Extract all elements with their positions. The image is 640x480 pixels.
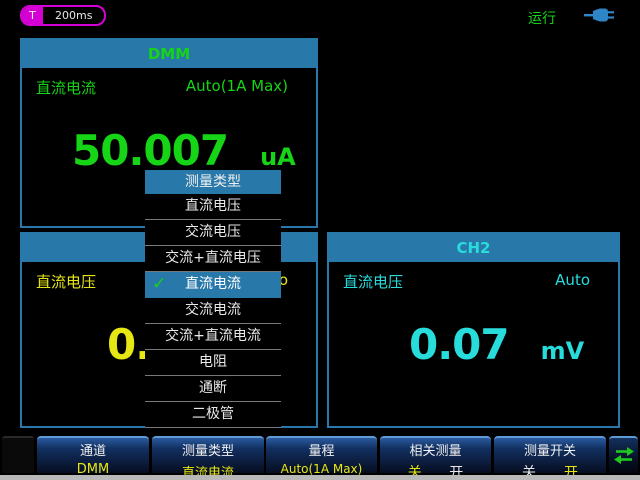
oscilloscope-dmm-screen: T 200ms 运行 DMM 直流电流 Auto(1A Max) 50.007 … <box>0 0 640 480</box>
softkey-label: 量程 <box>266 440 377 459</box>
menu-item-resistance[interactable]: 电阻 <box>145 350 281 376</box>
softkey-range[interactable]: 量程 Auto(1A Max) <box>266 436 377 473</box>
menu-item-ac-dc-current[interactable]: 交流+直流电流 <box>145 324 281 350</box>
softkey-value: Auto(1A Max) <box>266 462 377 476</box>
menu-item-dc-voltage[interactable]: 直流电压 <box>145 194 281 220</box>
menu-item-diode[interactable]: 二极管 <box>145 402 281 428</box>
softkey-measure-type[interactable]: 测量类型 直流电流 <box>152 436 264 473</box>
trigger-label: T <box>22 7 43 24</box>
menu-item-ac-voltage[interactable]: 交流电压 <box>145 220 281 246</box>
ch1-measure-type: 直流电压 <box>36 271 96 292</box>
dmm-measure-type: 直流电流 <box>36 77 96 98</box>
check-icon: ✓ <box>152 272 166 297</box>
dmm-range: Auto(1A Max) <box>186 77 288 98</box>
ch2-measure-type: 直流电压 <box>343 271 403 292</box>
softkey-label: 测量开关 <box>494 440 606 459</box>
softkey-blank[interactable] <box>2 436 34 473</box>
dmm-reading-unit: uA <box>260 143 296 171</box>
measure-type-menu: 测量类型 直流电压 交流电压 交流+直流电压 ✓ 直流电流 交流电流 交流+直流… <box>145 170 281 432</box>
timebase-badge[interactable]: T 200ms <box>20 5 106 26</box>
softkey-channel[interactable]: 通道 DMM <box>37 436 149 473</box>
measure-type-menu-title: 测量类型 <box>145 170 281 194</box>
ch2-panel-title: CH2 <box>329 234 618 262</box>
softkey-label: 相关测量 <box>380 440 491 459</box>
softkey-label: 通道 <box>37 440 149 459</box>
ch2-panel: CH2 直流电压 Auto 0.07 mV <box>327 232 620 428</box>
softkey-measure-switch[interactable]: 测量开关 关 开 <box>494 436 606 473</box>
menu-item-label: 直流电流 <box>185 276 241 292</box>
ch1-reading-value: 0. <box>107 320 150 369</box>
bezel-strip <box>0 475 640 480</box>
menu-item-continuity[interactable]: 通断 <box>145 376 281 402</box>
swap-arrows-icon <box>614 447 634 464</box>
dmm-reading-value: 50.007 <box>72 126 228 175</box>
menu-item-ac-dc-voltage[interactable]: 交流+直流电压 <box>145 246 281 272</box>
ch2-range: Auto <box>555 271 590 292</box>
menu-item-dc-current[interactable]: ✓ 直流电流 <box>145 272 281 298</box>
softkey-related-measure[interactable]: 相关测量 关 开 <box>380 436 491 473</box>
ch2-reading-unit: mV <box>541 337 585 365</box>
softkey-bar: 通道 DMM 测量类型 直流电流 量程 Auto(1A Max) 相关测量 关 … <box>0 434 640 475</box>
timebase-value: 200ms <box>43 7 104 24</box>
ch2-reading-value: 0.07 <box>409 320 509 369</box>
softkey-menu-page[interactable] <box>609 436 638 473</box>
dmm-panel-title: DMM <box>22 40 316 68</box>
softkey-label: 测量类型 <box>152 440 264 459</box>
run-status: 运行 <box>528 8 556 28</box>
menu-item-ac-current[interactable]: 交流电流 <box>145 298 281 324</box>
power-plug-icon <box>584 6 614 24</box>
